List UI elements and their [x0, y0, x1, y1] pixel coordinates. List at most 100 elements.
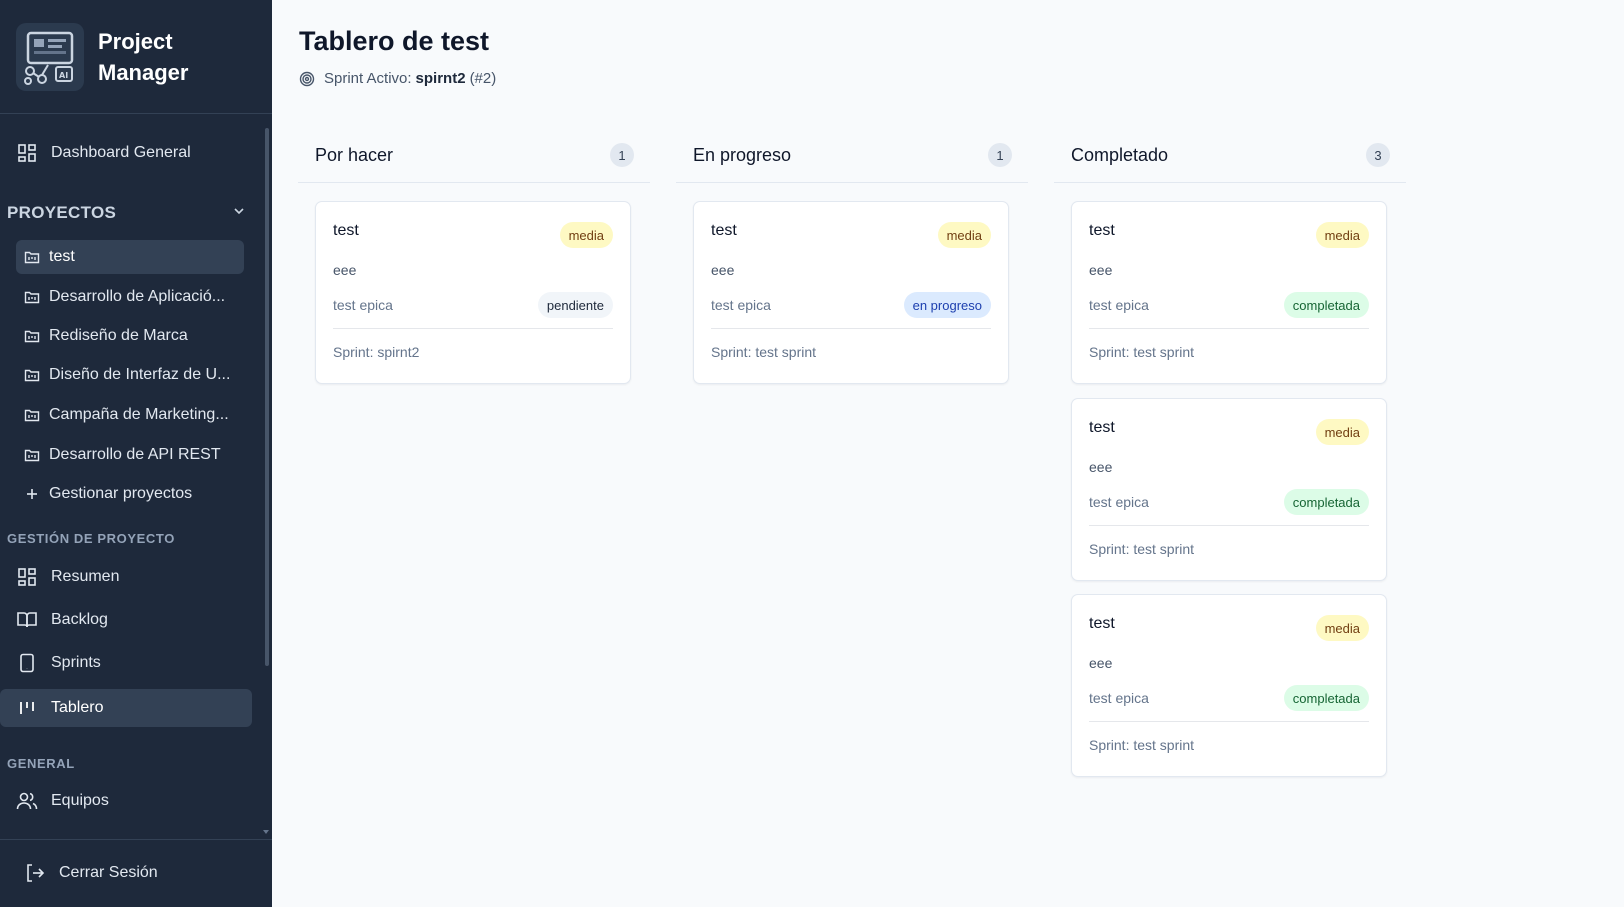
nav-resumen[interactable]: Resumen — [16, 564, 119, 590]
task-card[interactable]: test media eee test epica en progreso Sp… — [693, 201, 1009, 384]
task-sprint: Sprint: test sprint — [711, 344, 817, 360]
folder-kanban-icon — [24, 288, 42, 306]
nav-tablero[interactable]: Tablero — [0, 689, 252, 727]
task-sprint: Sprint: test sprint — [1089, 344, 1195, 360]
status-badge: completada — [1283, 685, 1369, 711]
status-badge: completada — [1283, 489, 1369, 515]
project-item-label: Diseño de Interfaz de U... — [49, 366, 231, 383]
folder-kanban-icon — [24, 366, 42, 384]
projects-section-toggle[interactable]: PROYECTOS — [7, 200, 247, 226]
manage-projects-label: Gestionar proyectos — [49, 485, 193, 502]
project-item-label: Rediseño de Marca — [49, 327, 188, 344]
logout-label: Cerrar Sesión — [59, 864, 158, 881]
card-divider — [1089, 525, 1369, 526]
task-epic: test epica — [1089, 690, 1149, 706]
task-sprint: Sprint: test sprint — [1089, 541, 1195, 557]
logout-icon — [24, 862, 46, 884]
task-epic: test epica — [711, 297, 771, 313]
task-title: test — [1089, 419, 1115, 436]
app-title-line1: Project — [98, 28, 173, 54]
sidebar-footer: Cerrar Sesión — [0, 839, 272, 907]
nav-dashboard-label: Dashboard General — [51, 144, 191, 161]
task-description: eee — [1089, 459, 1113, 475]
priority-badge: media — [1315, 615, 1369, 641]
nav-backlog-label: Backlog — [51, 611, 108, 628]
priority-badge: media — [1315, 222, 1369, 248]
task-card[interactable]: test media eee test epica completada Spr… — [1071, 398, 1387, 581]
card-divider — [711, 328, 991, 329]
active-sprint-info: Sprint Activo: spirnt2 (#2) — [299, 70, 496, 87]
board-column-in-progress: En progreso 1 test media eee test epica … — [676, 128, 1028, 388]
project-item-ui-design[interactable]: Diseño de Interfaz de U... — [16, 358, 244, 392]
main-content: Tablero de test Sprint Activo: spirnt2 (… — [272, 0, 1624, 907]
board-column-done: Completado 3 test media eee test epica c… — [1054, 128, 1406, 778]
priority-badge: media — [937, 222, 991, 248]
scroll-down-icon[interactable] — [263, 830, 269, 834]
dashboard-icon — [16, 142, 38, 164]
project-item-app-dev[interactable]: Desarrollo de Aplicació... — [16, 280, 244, 314]
task-epic: test epica — [1089, 297, 1149, 313]
project-item-brand-redesign[interactable]: Rediseño de Marca — [16, 319, 244, 353]
app-title-line2: Manager — [98, 59, 189, 85]
sidebar-scrollbar[interactable] — [265, 128, 269, 666]
card-divider — [1089, 721, 1369, 722]
nav-equipos-label: Equipos — [51, 792, 109, 809]
task-card[interactable]: test media eee test epica completada Spr… — [1071, 201, 1387, 384]
chevron-down-icon — [231, 203, 247, 224]
sprint-prefix: Sprint Activo: — [324, 70, 412, 87]
task-description: eee — [711, 262, 735, 278]
priority-badge: media — [559, 222, 613, 248]
projects-header: PROYECTOS — [7, 203, 117, 222]
folder-kanban-icon — [24, 248, 42, 266]
plus-icon — [24, 485, 42, 503]
task-title: test — [333, 222, 359, 239]
svg-text:AI: AI — [59, 71, 68, 80]
project-item-label: Desarrollo de Aplicació... — [49, 288, 226, 305]
task-card[interactable]: test media eee test epica pendiente Spri… — [315, 201, 631, 384]
sprint-name: spirnt2 — [415, 70, 466, 87]
task-sprint: Sprint: spirnt2 — [333, 344, 420, 360]
card-divider — [333, 328, 613, 329]
tablet-icon — [16, 652, 38, 674]
card-divider — [1089, 328, 1369, 329]
board-column-todo: Por hacer 1 test media eee test epica pe… — [298, 128, 650, 388]
column-header: Por hacer 1 — [298, 128, 650, 183]
column-count-badge: 1 — [988, 143, 1012, 167]
grid-icon — [16, 566, 38, 588]
nav-dashboard[interactable]: Dashboard General — [16, 140, 191, 166]
sprint-number: (#2) — [469, 70, 497, 87]
project-item-api-rest[interactable]: Desarrollo de API REST — [16, 438, 244, 472]
logout-button[interactable]: Cerrar Sesión — [24, 860, 158, 886]
task-title: test — [711, 222, 737, 239]
project-item-marketing[interactable]: Campaña de Marketing... — [16, 398, 244, 432]
general-section-title: GENERAL — [7, 756, 75, 771]
project-item-label: test — [49, 248, 75, 265]
project-management-section-title: GESTIÓN DE PROYECTO — [7, 531, 175, 546]
task-epic: test epica — [333, 297, 393, 313]
task-title: test — [1089, 222, 1115, 239]
status-badge: pendiente — [537, 292, 613, 318]
folder-kanban-icon — [24, 327, 42, 345]
task-description: eee — [1089, 262, 1113, 278]
nav-sprints[interactable]: Sprints — [16, 650, 101, 676]
users-icon — [16, 790, 38, 812]
project-item-label: Campaña de Marketing... — [49, 406, 229, 423]
nav-tablero-label: Tablero — [51, 699, 104, 716]
folder-kanban-icon — [24, 406, 42, 424]
manage-projects-button[interactable]: Gestionar proyectos — [16, 477, 244, 511]
sidebar: AI Project Manager Dashboard General PRO… — [0, 0, 272, 907]
target-icon — [299, 71, 315, 87]
column-header: En progreso 1 — [676, 128, 1028, 183]
column-title: Completado — [1071, 144, 1169, 165]
brand[interactable]: AI Project Manager — [0, 0, 272, 114]
nav-resumen-label: Resumen — [51, 568, 120, 585]
book-icon — [16, 609, 38, 631]
task-card[interactable]: test media eee test epica completada Spr… — [1071, 594, 1387, 777]
status-badge: completada — [1283, 292, 1369, 318]
logo-icon: AI — [16, 22, 84, 91]
nav-equipos[interactable]: Equipos — [16, 788, 109, 814]
task-epic: test epica — [1089, 494, 1149, 510]
project-item-test[interactable]: test — [16, 240, 244, 274]
column-title: Por hacer — [315, 144, 394, 165]
nav-backlog[interactable]: Backlog — [16, 607, 108, 633]
